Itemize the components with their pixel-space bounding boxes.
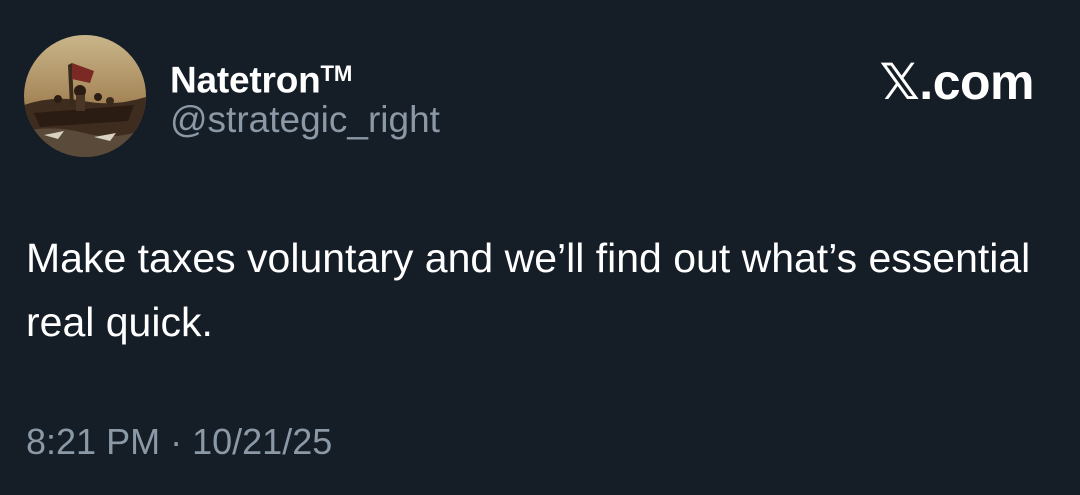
timestamp-separator: ·: [170, 421, 183, 462]
tweet-timestamp[interactable]: 8:21 PM · 10/21/25: [26, 420, 332, 464]
display-name-text: Natetron: [170, 59, 321, 101]
author-handle[interactable]: @strategic_right: [170, 98, 440, 142]
avatar-painting-image: [24, 35, 146, 157]
trademark-symbol: TM: [320, 61, 353, 86]
x-logo-icon: 𝕏: [879, 53, 920, 111]
tweet-text: Make taxes voluntary and we’ll find out …: [26, 235, 1031, 345]
avatar[interactable]: [24, 35, 146, 157]
tweet-time: 8:21 PM: [26, 421, 161, 462]
brand-label: .com: [919, 54, 1034, 110]
tweet-card: NatetronTM @strategic_right 𝕏.com Make t…: [0, 0, 1080, 495]
author-display-name[interactable]: NatetronTM: [170, 50, 352, 102]
x-brand-watermark: 𝕏.com: [880, 54, 1035, 110]
tweet-date: 10/21/25: [192, 421, 333, 462]
